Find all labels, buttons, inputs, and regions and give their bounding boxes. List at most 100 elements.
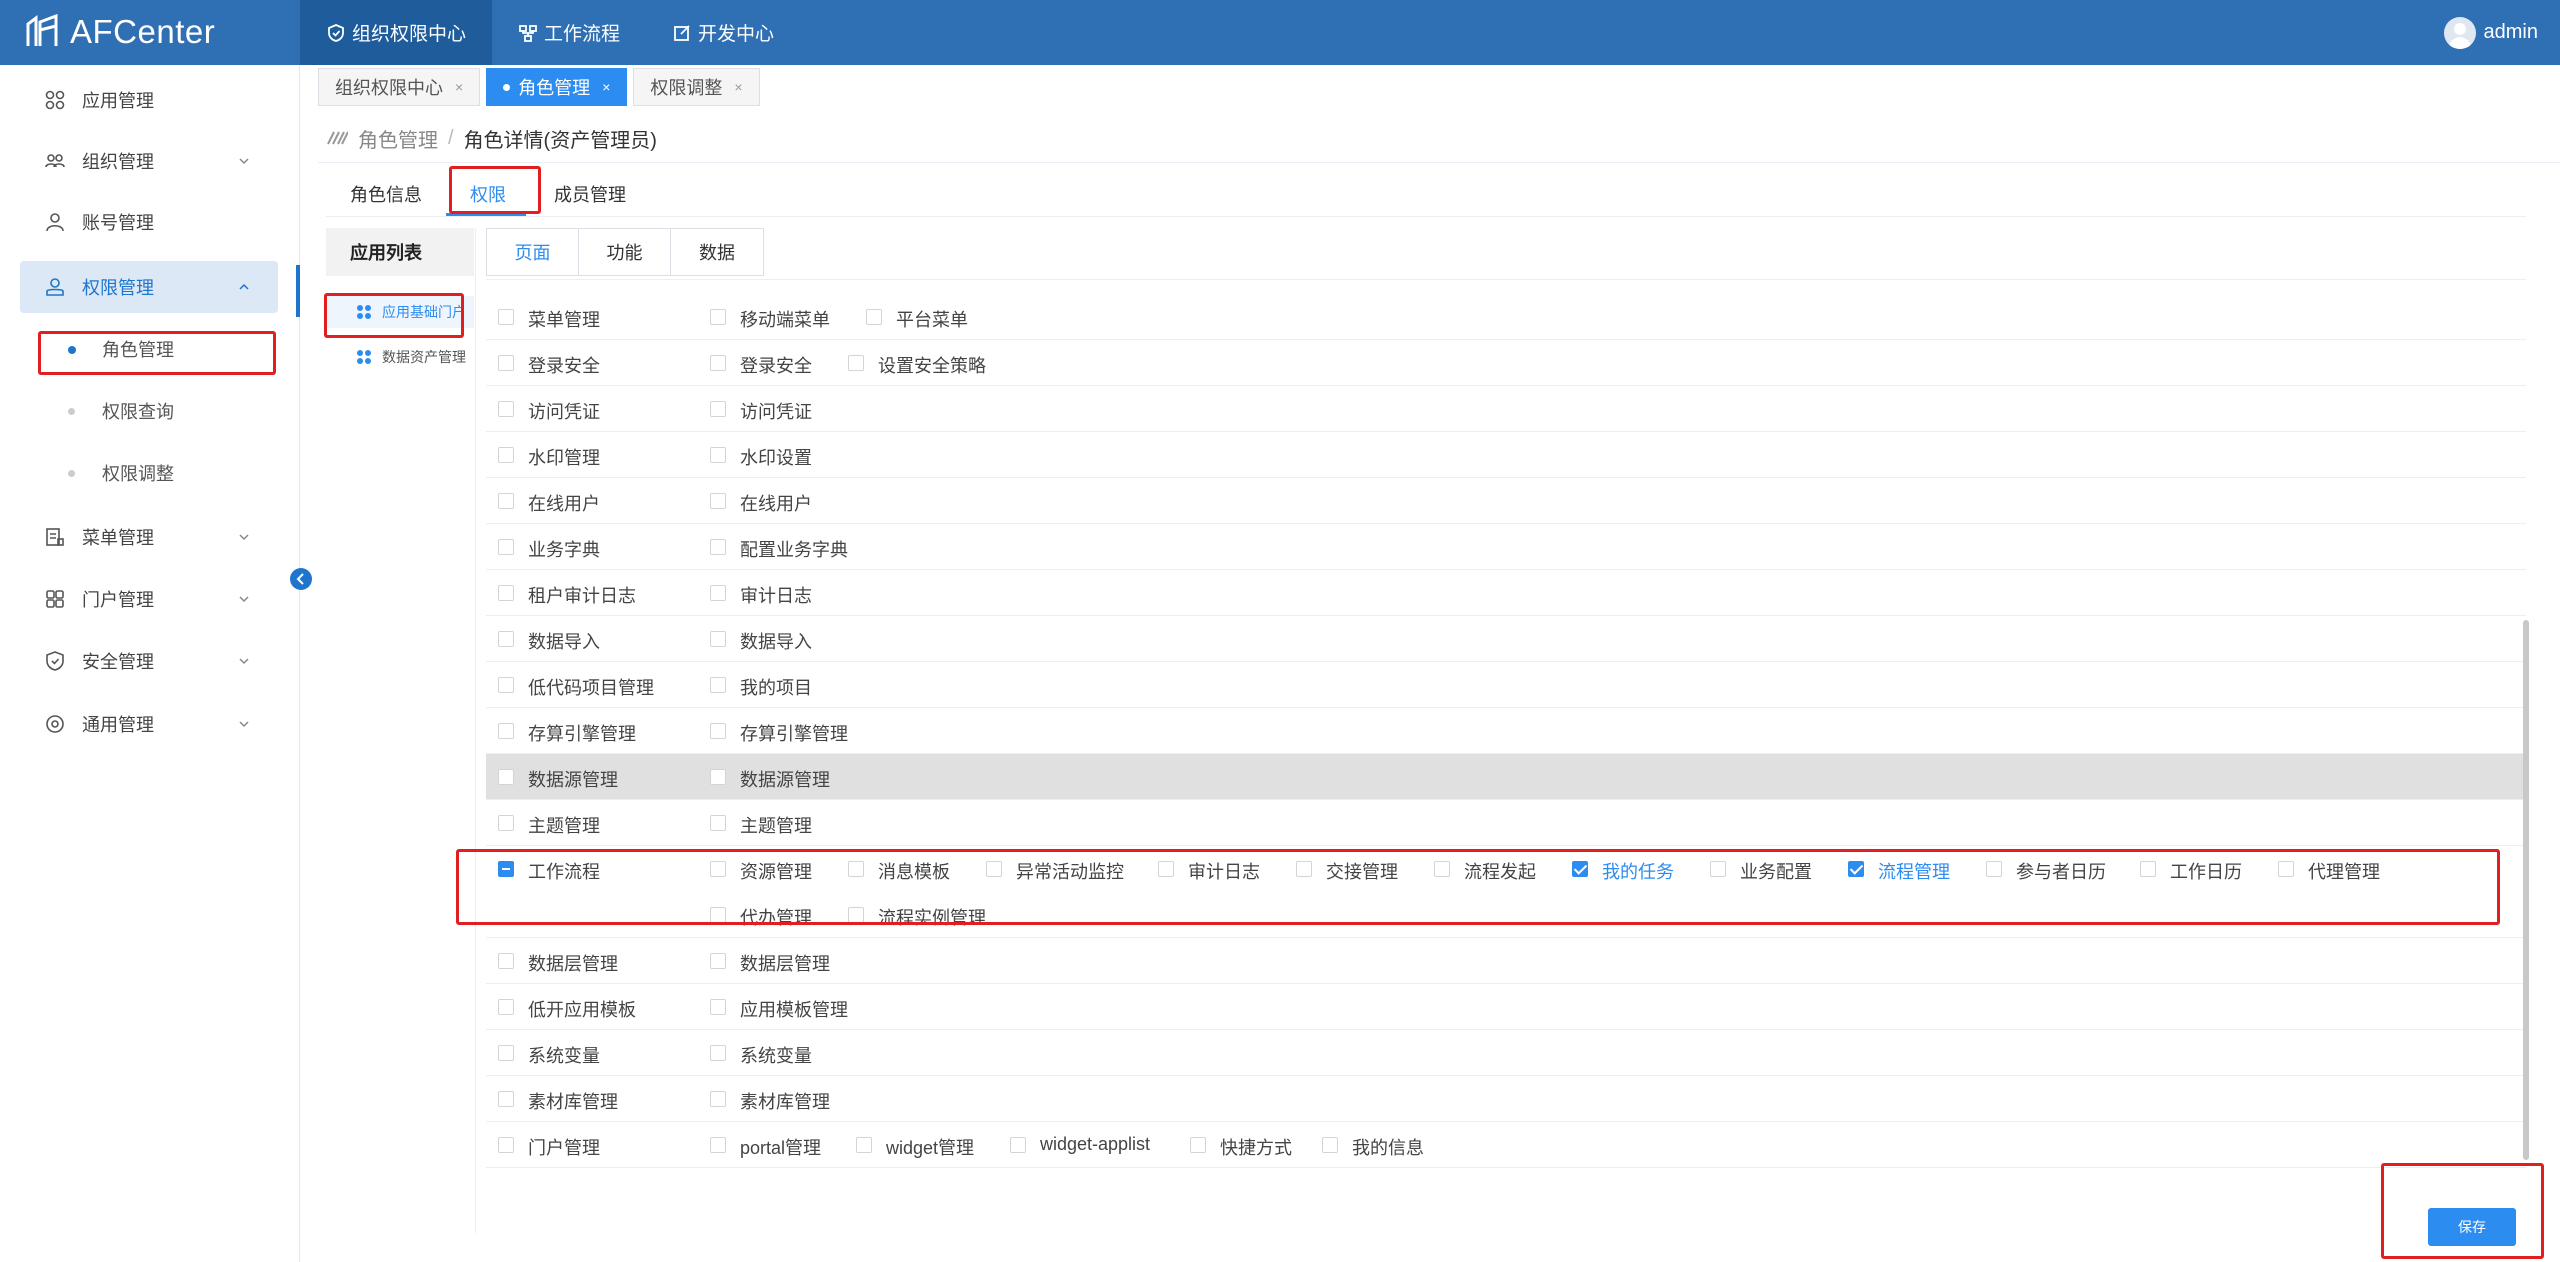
- permission-checkbox[interactable]: [710, 723, 726, 739]
- row-checkbox[interactable]: [498, 677, 514, 693]
- sidebar-item-security[interactable]: 安全管理: [20, 635, 278, 687]
- row-checkbox[interactable]: [498, 309, 514, 325]
- tab-page[interactable]: 页面: [487, 229, 579, 275]
- permission-checkbox[interactable]: [710, 1045, 726, 1061]
- sidebar-item-portal[interactable]: 门户管理: [20, 573, 278, 625]
- row-checkbox[interactable]: [498, 723, 514, 739]
- permission-checkbox[interactable]: [710, 539, 726, 555]
- sidebar-subitem-label: 权限查询: [102, 402, 174, 422]
- tab-permission-adjust[interactable]: 权限调整 ×: [633, 68, 760, 106]
- permission-checkbox[interactable]: [1710, 861, 1726, 877]
- permission-checkbox[interactable]: [710, 585, 726, 601]
- permission-checkbox[interactable]: [710, 401, 726, 417]
- row-checkbox[interactable]: [498, 631, 514, 647]
- permission-checkbox[interactable]: [710, 815, 726, 831]
- save-button[interactable]: 保存: [2428, 1208, 2516, 1246]
- app-logo[interactable]: AFCenter: [22, 8, 215, 56]
- row-checkbox[interactable]: [498, 401, 514, 417]
- sidebar-item-apps[interactable]: 应用管理: [20, 74, 278, 126]
- permission-checkbox[interactable]: [2140, 861, 2156, 877]
- row-checkbox[interactable]: [498, 769, 514, 785]
- permission-label: 业务配置: [1740, 862, 1812, 882]
- permission-checkbox[interactable]: [710, 355, 726, 371]
- permission-checkbox[interactable]: [856, 1137, 872, 1153]
- permission-label: 设置安全策略: [878, 356, 986, 376]
- sidebar-subitem-role-management[interactable]: 角色管理: [40, 328, 274, 370]
- sidebar-item-org[interactable]: 组织管理: [20, 135, 278, 187]
- permission-group-label: 业务字典: [528, 540, 600, 560]
- permission-checkbox[interactable]: [710, 1137, 726, 1153]
- permission-checkbox[interactable]: [1434, 861, 1450, 877]
- permission-checkbox[interactable]: [710, 769, 726, 785]
- app-list-item[interactable]: 应用基础门户: [326, 296, 474, 328]
- permission-checkbox[interactable]: [710, 953, 726, 969]
- row-checkbox[interactable]: [498, 999, 514, 1015]
- sidebar-item-menu[interactable]: 菜单管理: [20, 511, 278, 563]
- app-list-item[interactable]: 数据资产管理: [326, 341, 474, 373]
- row-checkbox[interactable]: [498, 1091, 514, 1107]
- permission-checkbox[interactable]: [848, 907, 864, 923]
- permission-checkbox-checked[interactable]: [1572, 861, 1588, 877]
- close-icon[interactable]: ×: [455, 79, 463, 95]
- close-icon[interactable]: ×: [602, 79, 610, 95]
- row-checkbox[interactable]: [498, 355, 514, 371]
- sidebar-item-account[interactable]: 账号管理: [20, 196, 278, 248]
- permission-checkbox[interactable]: [848, 861, 864, 877]
- tab-label: 角色管理: [518, 78, 591, 98]
- tab-role-management[interactable]: 角色管理 ×: [486, 68, 628, 106]
- sidebar-item-permission[interactable]: 权限管理: [20, 261, 278, 313]
- permission-checkbox[interactable]: [710, 861, 726, 877]
- sidebar-subitem-permission-adjust[interactable]: 权限调整: [40, 452, 274, 494]
- sidebar-subitem-permission-query[interactable]: 权限查询: [40, 390, 274, 432]
- permission-checkbox[interactable]: [986, 861, 1002, 877]
- chevron-left-icon: [296, 573, 304, 585]
- permission-checkbox[interactable]: [710, 1091, 726, 1107]
- row-checkbox[interactable]: [498, 493, 514, 509]
- row-checkbox[interactable]: [498, 539, 514, 555]
- sidebar-item-general[interactable]: 通用管理: [20, 698, 278, 750]
- permission-checkbox-checked[interactable]: [1848, 861, 1864, 877]
- row-checkbox[interactable]: [498, 1045, 514, 1061]
- permission-checkbox[interactable]: [1158, 861, 1174, 877]
- permission-checkbox[interactable]: [710, 631, 726, 647]
- avatar: [2443, 16, 2476, 49]
- permission-checkbox[interactable]: [710, 447, 726, 463]
- divider: [475, 228, 476, 1233]
- permission-checkbox[interactable]: [866, 309, 882, 325]
- permission-checkbox[interactable]: [710, 493, 726, 509]
- permission-checkbox[interactable]: [710, 677, 726, 693]
- row-checkbox-indeterminate[interactable]: [498, 861, 514, 877]
- user-menu[interactable]: admin: [2443, 0, 2538, 65]
- breadcrumb-icon: [327, 131, 348, 145]
- permission-checkbox[interactable]: [848, 355, 864, 371]
- permission-checkbox[interactable]: [710, 999, 726, 1015]
- permission-checkbox[interactable]: [710, 907, 726, 923]
- breadcrumb-parent[interactable]: 角色管理: [358, 124, 438, 153]
- topnav-dev-center[interactable]: 开发中心: [646, 0, 800, 65]
- permission-checkbox[interactable]: [710, 309, 726, 325]
- row-checkbox[interactable]: [498, 953, 514, 969]
- tab-member-management[interactable]: 成员管理: [554, 174, 626, 214]
- topnav-org-permission[interactable]: 组织权限中心: [300, 0, 493, 65]
- row-checkbox[interactable]: [498, 447, 514, 463]
- topnav-workflow[interactable]: 工作流程: [492, 0, 646, 65]
- close-icon[interactable]: ×: [734, 79, 742, 95]
- permission-checkbox[interactable]: [1986, 861, 2002, 877]
- permission-checkbox[interactable]: [1190, 1137, 1206, 1153]
- permission-checkbox[interactable]: [1010, 1137, 1026, 1153]
- permission-checkbox[interactable]: [1296, 861, 1312, 877]
- tab-permissions[interactable]: 权限: [470, 174, 506, 214]
- row-checkbox[interactable]: [498, 1137, 514, 1153]
- permission-label: 访问凭证: [740, 402, 812, 422]
- permission-checkbox[interactable]: [2278, 861, 2294, 877]
- tab-data[interactable]: 数据: [671, 229, 763, 275]
- permission-row: 主题管理 主题管理: [486, 800, 2526, 846]
- row-checkbox[interactable]: [498, 585, 514, 601]
- row-checkbox[interactable]: [498, 815, 514, 831]
- scrollbar[interactable]: [2523, 620, 2529, 1160]
- collapse-sidebar-button[interactable]: [290, 568, 312, 590]
- tab-role-info[interactable]: 角色信息: [350, 174, 422, 214]
- permission-checkbox[interactable]: [1322, 1137, 1338, 1153]
- tab-org-permission[interactable]: 组织权限中心 ×: [318, 68, 481, 106]
- tab-function[interactable]: 功能: [579, 229, 671, 275]
